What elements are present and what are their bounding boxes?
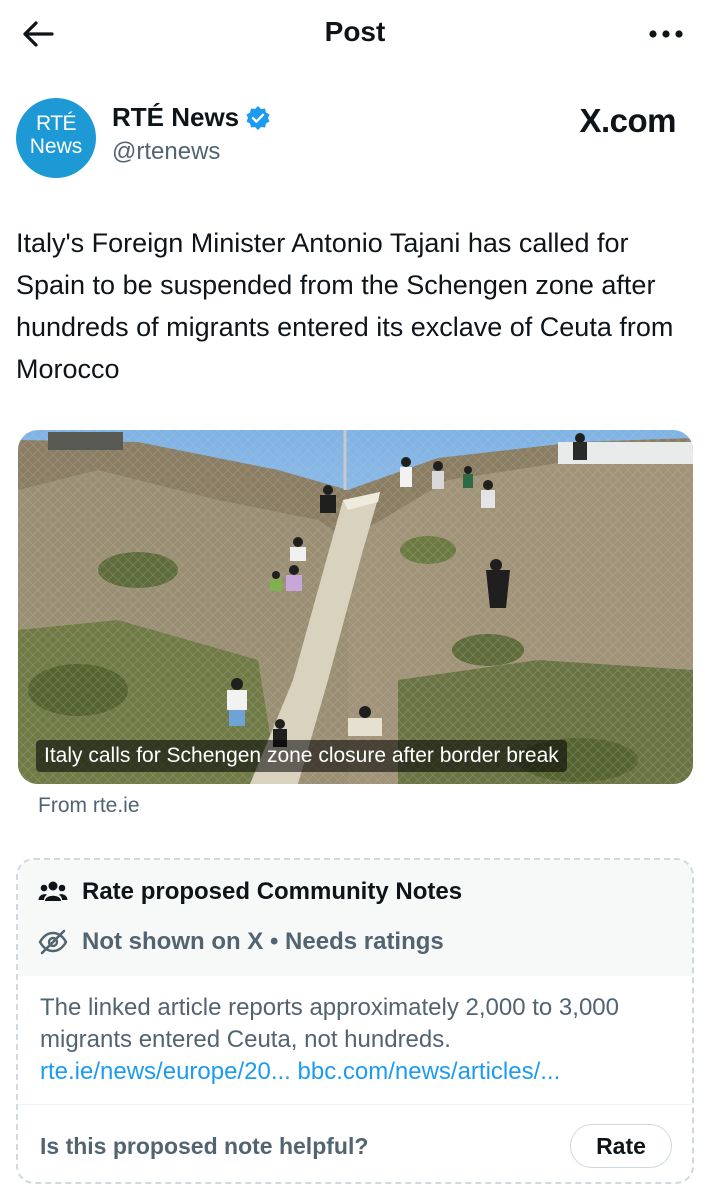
community-notes-card: Rate proposed Community Notes Not shown … [16,858,694,1184]
avatar-logo-line2: News [29,135,83,158]
media-caption: Italy calls for Schengen zone closure af… [36,740,567,772]
hillside-photo [18,430,693,784]
community-notes-status: Not shown on X • Needs ratings [82,928,444,955]
author-handle[interactable]: @rtenews [112,138,220,166]
community-notes-header: Rate proposed Community Notes Not shown … [18,860,692,976]
source-site-label: X.com [579,102,676,139]
verified-badge-icon [246,105,270,130]
people-icon [38,881,68,901]
community-notes-title-row[interactable]: Rate proposed Community Notes [38,878,462,906]
source-domain-link[interactable]: From rte.ie [38,794,140,818]
page-title: Post [324,16,386,47]
avatar-logo-line1: RTÉ [35,112,77,135]
note-text: The linked article reports approximately… [40,994,619,1053]
avatar[interactable]: RTÉ News [16,98,96,178]
more-button[interactable] [644,16,688,52]
note-link-rte[interactable]: rte.ie/news/europe/20... [40,1058,291,1085]
top-bar: Post [0,0,710,66]
author-name[interactable]: RTÉ News [112,102,239,133]
author-name-row: RTÉ News [112,102,271,133]
community-notes-title: Rate proposed Community Notes [82,878,463,905]
note-body: The linked article reports approximately… [40,992,680,1088]
rate-button[interactable]: Rate [570,1124,672,1168]
note-link-bbc[interactable]: bbc.com/news/articles/... [298,1058,561,1085]
helpful-question: Is this proposed note helpful? [40,1133,369,1159]
divider [18,1104,692,1105]
community-notes-status-row: Not shown on X • Needs ratings [38,928,444,956]
more-horizontal-icon [649,30,683,38]
eye-off-icon [38,929,68,955]
post-text: Italy's Foreign Minister Antonio Tajani … [16,228,674,384]
link-card-image[interactable]: Italy calls for Schengen zone closure af… [18,430,693,784]
post-author: RTÉ News RTÉ News @rtenews X.com [16,98,696,178]
